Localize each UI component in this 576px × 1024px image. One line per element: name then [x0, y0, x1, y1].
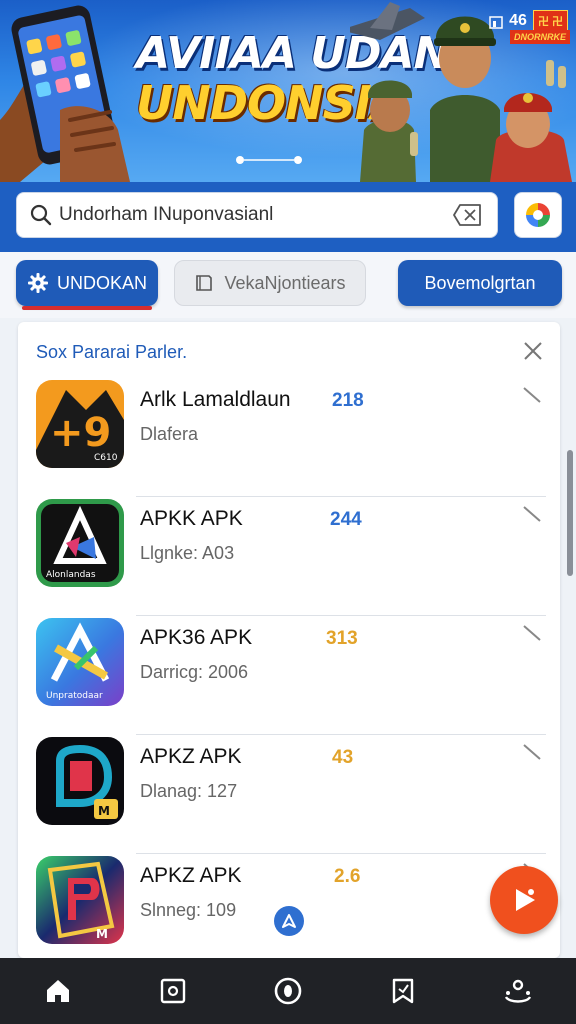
app-icon-art: M — [56, 744, 118, 819]
app-icon: M — [36, 856, 124, 944]
app-subtitle: Darricg: 2006 — [140, 662, 249, 682]
app-icon-caption: Unpratodaar — [46, 691, 103, 701]
chevron-icon[interactable] — [522, 505, 542, 525]
corner-badge: DNORNRKE — [509, 30, 570, 44]
app-icon: M — [36, 737, 124, 825]
app-subtitle: Llgnke: A03 — [140, 543, 235, 563]
home-icon — [46, 980, 69, 1002]
circle-icon — [274, 977, 302, 1005]
app-icon: Alonlandas — [36, 499, 124, 587]
app-name: Arlk Lamaldlaun — [140, 388, 291, 411]
play-store-button[interactable] — [514, 192, 562, 238]
nav-profile[interactable] — [488, 966, 548, 1016]
app-name: APKZ APK — [140, 745, 242, 768]
nav-discover[interactable] — [258, 966, 318, 1016]
bookmark-icon — [392, 978, 414, 1004]
signal-value: 46 — [509, 12, 527, 29]
app-name: APK36 APK — [140, 626, 253, 649]
arrow-up-icon — [282, 914, 296, 928]
list-item[interactable]: +9 C610 Arlk Lamaldlaun Dlafera 218 — [18, 378, 560, 497]
list-item[interactable]: Alonlandas APKK APK Llgnke: A03 244 — [18, 497, 560, 616]
search-icon — [30, 204, 52, 226]
signal-icon — [489, 16, 503, 29]
phone-illustration — [0, 5, 130, 182]
play-icon — [516, 889, 535, 911]
chevron-icon[interactable] — [522, 386, 542, 406]
app-icon-art: Alonlandas — [41, 504, 119, 582]
list-item[interactable]: M APKZ APK Dlanag: 127 43 — [18, 735, 560, 854]
chevron-icon[interactable] — [522, 743, 542, 763]
play-store-icon — [526, 203, 550, 227]
tab-third-label: Bovemolgrtan — [424, 272, 536, 293]
panel-title: Sox Pararai Parler. — [36, 342, 188, 362]
play-fab-button[interactable] — [490, 866, 558, 934]
app-icon-caption: M — [96, 927, 108, 941]
app-subtitle: Dlafera — [140, 424, 199, 444]
app-icon-caption: Alonlandas — [46, 570, 96, 580]
tab-third[interactable]: Bovemolgrtan — [398, 260, 562, 306]
search-section: Undorham INuponvasianl — [0, 182, 576, 252]
flag-badge: 卍 卍 — [532, 10, 568, 32]
tab-secondary-label: VekaNjontiears — [224, 272, 346, 293]
nav-home[interactable] — [28, 966, 88, 1016]
app-score: 244 — [330, 509, 362, 530]
bottom-navigation — [0, 958, 576, 1024]
app-score: 313 — [326, 628, 358, 649]
app-icon-caption: M — [98, 804, 110, 818]
app-icon-art: M — [47, 861, 115, 941]
list-item[interactable]: Unpratodaar APK36 APK Darricg: 2006 313 — [18, 616, 560, 735]
tab-secondary[interactable]: VekaNjontiears — [174, 260, 366, 306]
app-score: 2.6 — [334, 866, 361, 887]
tab-primary[interactable]: UNDOKAN — [16, 260, 158, 306]
app-list: +9 C610 Arlk Lamaldlaun Dlafera 218 Alon… — [18, 378, 560, 958]
search-value[interactable]: Undorham INuponvasianl — [59, 204, 453, 226]
chevron-icon[interactable] — [522, 624, 542, 644]
scrollbar[interactable] — [567, 450, 573, 576]
app-subtitle: Slnneg: 109 — [140, 900, 237, 920]
tab-primary-label: UNDOKAN — [56, 272, 147, 293]
search-input[interactable]: Undorham INuponvasianl — [16, 192, 498, 238]
book-icon — [196, 275, 213, 291]
app-icon-caption: C610 — [94, 453, 118, 463]
app-icon-art: Unpratodaar — [46, 622, 110, 701]
app-icon-art: +9 C610 — [36, 390, 124, 468]
status-bar: 46 卍 卍 — [489, 10, 568, 32]
app-list-panel: Sox Pararai Parler. +9 C610 Arlk Lamaldl… — [18, 322, 560, 958]
close-icon[interactable] — [522, 340, 544, 362]
list-item[interactable]: M APKZ APK Slnneg: 109 2.6 — [18, 854, 560, 958]
hero-banner: AVIIAA UDAN UNDONSIA 46 卍 卍 DNORNRKE — [0, 0, 576, 182]
app-name: APKZ APK — [140, 864, 242, 887]
app-icon-glyph: +9 — [50, 410, 111, 456]
clear-search-icon[interactable] — [453, 202, 483, 228]
square-app-icon — [160, 978, 185, 1004]
app-icon: Unpratodaar — [36, 618, 124, 706]
active-tab-indicator — [22, 306, 152, 310]
app-subtitle: Dlanag: 127 — [140, 781, 238, 801]
app-icon: +9 C610 — [36, 380, 124, 468]
profile-icon — [505, 979, 532, 1003]
gear-icon — [27, 273, 48, 293]
app-score: 43 — [332, 747, 354, 768]
nav-library[interactable] — [373, 966, 433, 1016]
app-name: APKK APK — [140, 507, 243, 530]
nav-apps[interactable] — [143, 966, 203, 1016]
update-badge[interactable] — [274, 906, 304, 936]
app-score: 218 — [332, 390, 364, 411]
banner-dots — [236, 156, 302, 164]
